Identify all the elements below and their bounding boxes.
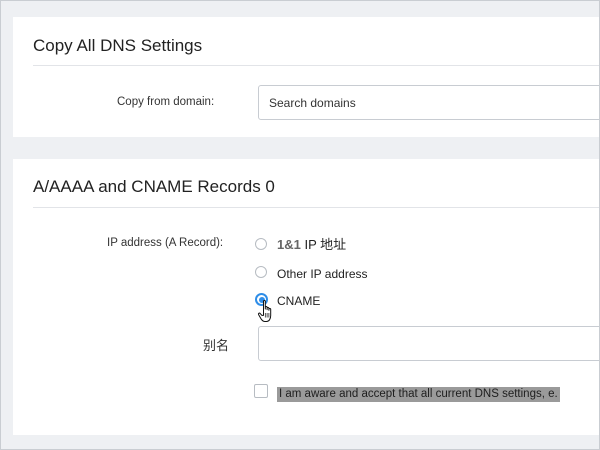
radio-1and1-ip[interactable] [255, 238, 267, 250]
divider [33, 207, 599, 208]
ip-address-label: IP address (A Record): [107, 237, 224, 249]
brand-1and1: 1&1 [277, 237, 301, 252]
alias-label: 别名 [203, 338, 230, 353]
copy-from-domain-label: Copy from domain: [117, 96, 215, 108]
radio-cname-label[interactable]: CNAME [277, 294, 320, 308]
hand-cursor-icon [257, 299, 272, 322]
records-title: A/AAAA and CNAME Records 0 [33, 177, 275, 196]
copy-dns-card: Copy All DNS Settings Copy from domain: [13, 17, 599, 137]
option-ip-text: IP 地址 [300, 237, 347, 252]
search-domains-input[interactable] [258, 85, 599, 120]
divider [33, 65, 599, 66]
records-card: A/AAAA and CNAME Records 0 IP address (A… [13, 159, 599, 435]
alias-input[interactable] [258, 326, 599, 361]
consent-text: I am aware and accept that all current D… [277, 387, 560, 402]
radio-other-ip-label[interactable]: Other IP address [277, 267, 368, 281]
copy-dns-title: Copy All DNS Settings [33, 36, 203, 55]
radio-1and1-ip-label[interactable]: 1&1 IP 地址 [277, 234, 346, 253]
app-frame: Copy All DNS Settings Copy from domain: … [0, 0, 600, 450]
consent-checkbox[interactable] [254, 384, 268, 398]
radio-other-ip[interactable] [255, 266, 267, 278]
